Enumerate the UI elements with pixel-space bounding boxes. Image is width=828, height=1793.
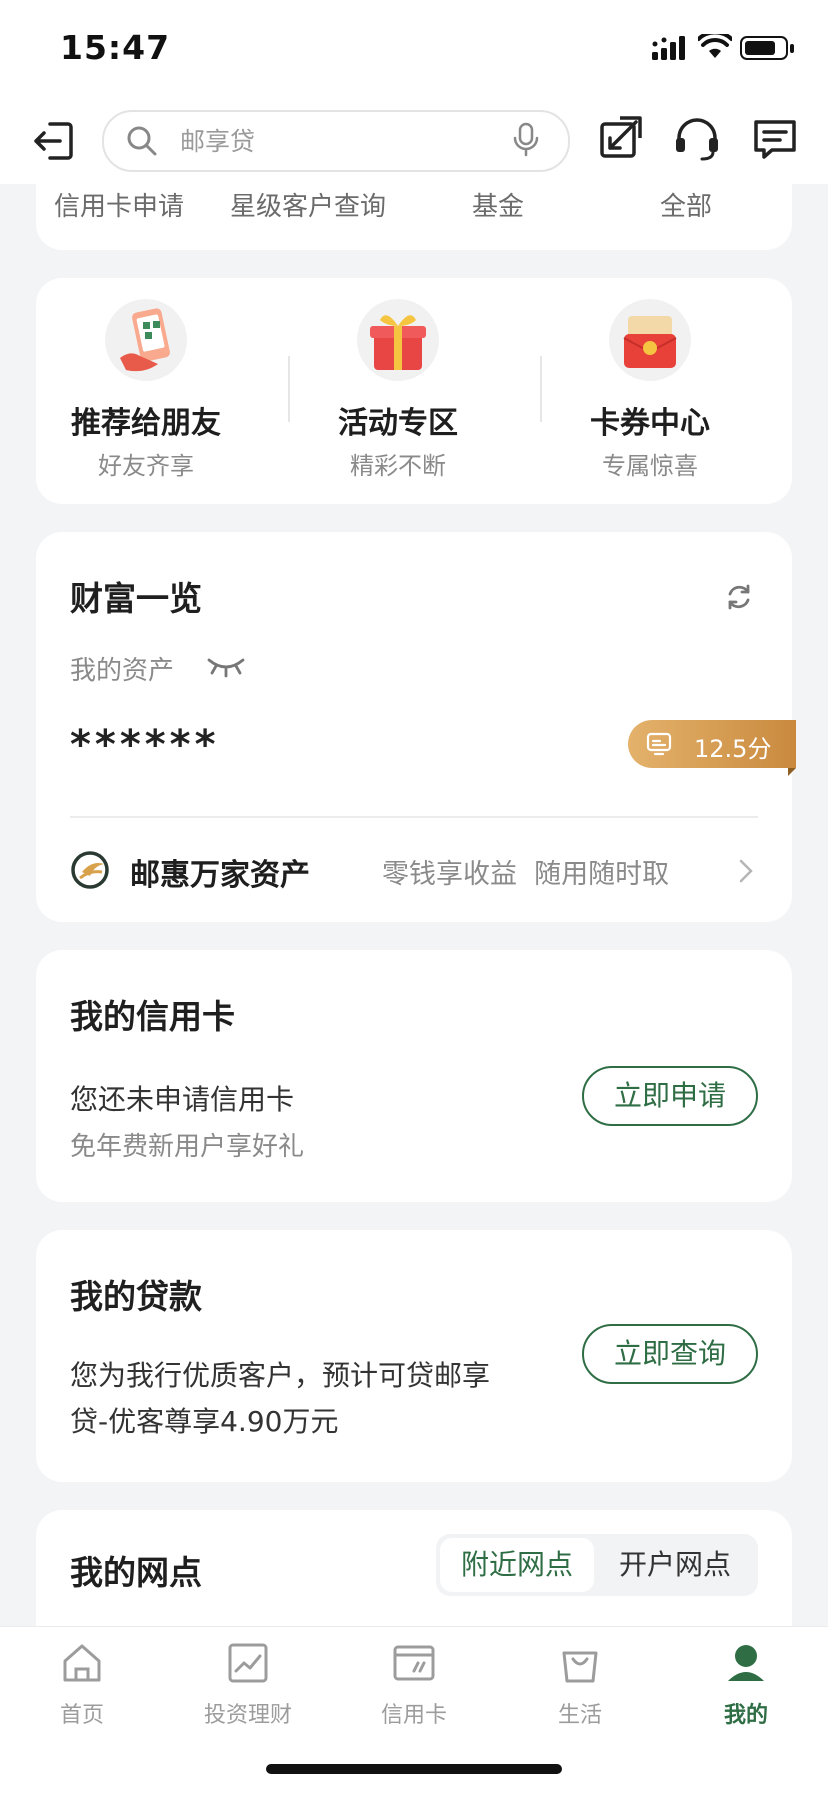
- divider: [70, 816, 758, 818]
- chevron-right-icon: [739, 859, 753, 883]
- loan-section: 我的贷款 您为我行优质客户，预计可贷邮享 贷-优客尊享4.90万元 立即查询: [36, 1230, 792, 1482]
- tab-credit-card[interactable]: 信用卡: [354, 1641, 474, 1729]
- status-bar: 15:47: [0, 0, 828, 100]
- red-envelope-icon: [609, 299, 691, 381]
- product-row[interactable]: 邮惠万家资产 零钱享收益 随用随时取: [70, 842, 758, 902]
- credit-card-title: 我的信用卡: [70, 997, 235, 1036]
- tab-label: 生活: [557, 1703, 602, 1728]
- divider: [288, 356, 290, 422]
- product-name: 邮惠万家资产: [130, 858, 310, 893]
- battery-icon: [740, 36, 794, 60]
- tile-activity-zone[interactable]: 活动专区 精彩不断: [318, 298, 478, 488]
- badge-ribbon-tail: [788, 768, 796, 776]
- screen-icon: [646, 732, 672, 756]
- apply-now-button[interactable]: 立即申请: [582, 1066, 758, 1126]
- branches-title: 我的网点: [70, 1553, 202, 1592]
- product-logo-icon: [71, 851, 109, 889]
- home-icon: [63, 1644, 101, 1682]
- assets-label: 我的资产: [70, 656, 175, 686]
- message-icon[interactable]: [750, 114, 800, 164]
- tile-title: 卡券中心: [590, 406, 710, 441]
- quick-menu-credit-card-apply[interactable]: 信用卡申请: [54, 186, 184, 223]
- search-placeholder: 邮享贷: [180, 127, 256, 156]
- loan-title: 我的贷款: [70, 1277, 202, 1316]
- branch-tab-group: 附近网点 开户网点: [436, 1534, 758, 1596]
- tab-mine[interactable]: 我的: [686, 1641, 806, 1729]
- credit-card-promo: 免年费新用户享好礼: [70, 1132, 305, 1162]
- tab-investment[interactable]: 投资理财: [188, 1641, 308, 1729]
- wifi-icon: [698, 34, 732, 58]
- loan-text-line2: 贷-优客尊享4.90万元: [70, 1405, 339, 1438]
- tab-label: 信用卡: [380, 1703, 447, 1728]
- status-time: 15:47: [60, 28, 171, 67]
- credit-card-section: 我的信用卡 您还未申请信用卡 免年费新用户享好礼 立即申请: [36, 950, 792, 1202]
- score-value: 12.5分: [694, 735, 772, 763]
- user-icon: [728, 1645, 764, 1681]
- tile-subtitle: 好友齐享: [98, 452, 194, 480]
- wealth-overview-card: 财富一览 我的资产 ****** 12.5分 邮惠万家资产 零钱享收益 随用随时…: [36, 532, 796, 922]
- quick-menu-star-customer[interactable]: 星级客户查询: [230, 186, 386, 223]
- search-input[interactable]: 邮享贷: [102, 110, 570, 172]
- chart-trend-icon: [228, 1643, 268, 1683]
- tile-coupon-center[interactable]: 卡券中心 专属惊喜: [570, 298, 730, 488]
- quick-menu-all[interactable]: 全部: [660, 186, 712, 223]
- promo-tiles-card: 推荐给朋友 好友齐享 活动专区 精彩不断 卡券中心 专属惊喜: [36, 278, 792, 504]
- tab-label: 首页: [59, 1703, 104, 1728]
- tab-nearby-branches[interactable]: 附近网点: [440, 1538, 594, 1592]
- tile-title: 活动专区: [338, 406, 458, 441]
- quick-menu-fund[interactable]: 基金: [472, 186, 524, 223]
- tile-recommend-friend[interactable]: 推荐给朋友 好友齐享: [66, 298, 226, 488]
- tile-subtitle: 专属惊喜: [602, 452, 698, 480]
- exit-icon[interactable]: [30, 116, 80, 166]
- scan-icon[interactable]: [596, 114, 646, 164]
- tab-label: 我的: [723, 1703, 768, 1728]
- loan-text-line1: 您为我行优质客户，预计可贷邮享: [70, 1359, 491, 1392]
- divider: [540, 356, 542, 422]
- tile-title: 推荐给朋友: [71, 406, 221, 441]
- tab-home[interactable]: 首页: [22, 1641, 142, 1729]
- tab-account-branch[interactable]: 开户网点: [598, 1538, 752, 1592]
- credit-card-icon: [393, 1645, 435, 1681]
- gift-icon: [357, 299, 439, 381]
- cellular-signal-icon: [652, 36, 685, 60]
- tile-subtitle: 精彩不断: [350, 452, 446, 480]
- query-now-button[interactable]: 立即查询: [582, 1324, 758, 1384]
- score-badge[interactable]: 12.5分: [628, 720, 796, 768]
- eye-closed-icon[interactable]: [206, 656, 246, 678]
- tab-life[interactable]: 生活: [520, 1641, 640, 1729]
- phone-qr-icon: [105, 299, 187, 381]
- top-header: 邮享贷: [0, 100, 828, 184]
- microphone-icon[interactable]: [512, 122, 540, 158]
- tab-label: 投资理财: [203, 1703, 292, 1728]
- assets-masked-value: ******: [70, 722, 220, 768]
- credit-card-status: 您还未申请信用卡: [70, 1083, 295, 1116]
- wealth-title: 财富一览: [70, 579, 202, 618]
- refresh-icon[interactable]: [724, 582, 754, 612]
- search-icon: [127, 126, 157, 156]
- customer-service-icon[interactable]: [672, 114, 722, 164]
- shopping-bag-icon: [562, 1651, 598, 1683]
- home-indicator: [266, 1764, 562, 1774]
- product-desc: 零钱享收益 随用随时取: [382, 859, 670, 890]
